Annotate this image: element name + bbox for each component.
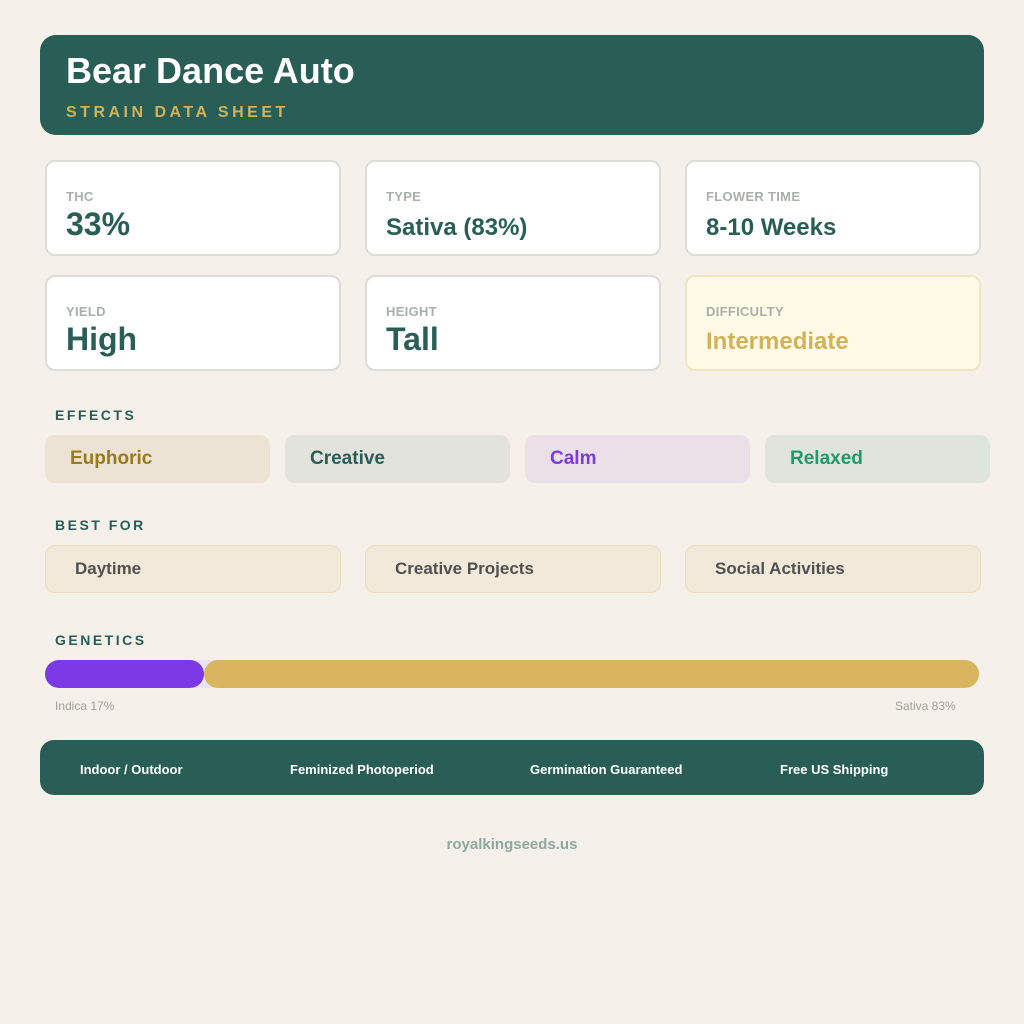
stat-value: Sativa (83%) (386, 214, 528, 241)
strain-title: Bear Dance Auto (66, 50, 355, 91)
genetics-bar-sativa (204, 660, 979, 688)
effects-title: EFFECTS (55, 407, 137, 423)
header-banner: Bear Dance Auto STRAIN DATA SHEET (40, 35, 984, 135)
best-for-item: Social Activities (685, 545, 981, 593)
stat-card-flower-time: FLOWER TIME 8-10 Weeks (685, 160, 981, 256)
feature-item: Free US Shipping (780, 762, 889, 777)
stat-value: Intermediate (706, 328, 849, 355)
sheet-subtitle: STRAIN DATA SHEET (66, 104, 289, 121)
stat-label: YIELD (66, 304, 106, 319)
stat-card-thc: THC 33% (45, 160, 341, 256)
effect-pill: Creative (285, 435, 510, 483)
best-for-item: Daytime (45, 545, 341, 593)
genetics-title: GENETICS (55, 632, 147, 648)
stat-card-height: HEIGHT Tall (365, 275, 661, 371)
effect-pill: Relaxed (765, 435, 990, 483)
stat-label: TYPE (386, 189, 422, 204)
stat-label: FLOWER TIME (706, 189, 801, 204)
feature-item: Germination Guaranteed (530, 762, 683, 777)
stat-label: THC (66, 189, 94, 204)
stat-value: High (66, 321, 138, 357)
feature-item: Feminized Photoperiod (290, 762, 434, 777)
feature-item: Indoor / Outdoor (80, 762, 183, 777)
website-link[interactable]: royalkingseeds.us (0, 836, 1024, 853)
sativa-label: Sativa 83% (895, 699, 956, 713)
stat-card-type: TYPE Sativa (83%) (365, 160, 661, 256)
stat-label: DIFFICULTY (706, 304, 784, 319)
best-for-title: BEST FOR (55, 517, 146, 533)
stat-card-yield: YIELD High (45, 275, 341, 371)
stat-value: Tall (386, 321, 439, 357)
stat-label: HEIGHT (386, 304, 437, 319)
stat-value: 33% (66, 206, 131, 242)
stat-value: 8-10 Weeks (706, 214, 837, 241)
genetics-bar-indica (45, 660, 204, 688)
stat-card-difficulty: DIFFICULTY Intermediate (685, 275, 981, 371)
best-for-item: Creative Projects (365, 545, 661, 593)
indica-label: Indica 17% (55, 699, 115, 713)
effect-pill: Calm (525, 435, 750, 483)
effect-pill: Euphoric (45, 435, 270, 483)
